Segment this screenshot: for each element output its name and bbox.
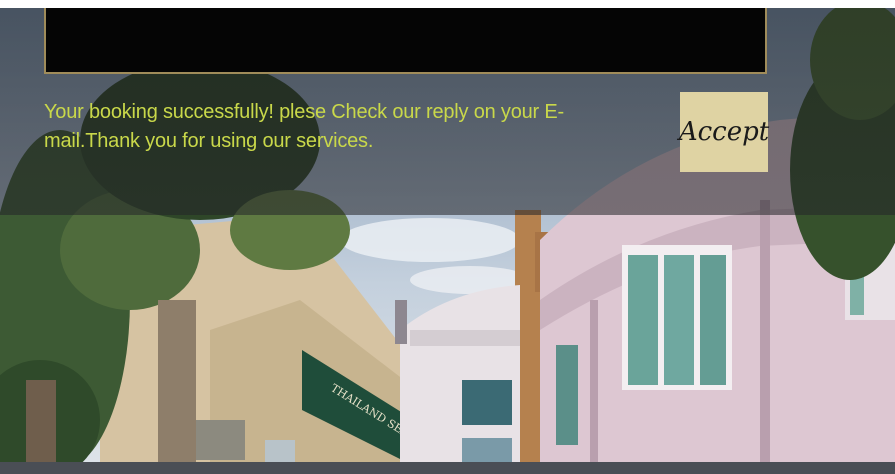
header-box <box>44 8 767 74</box>
top-edge <box>0 0 895 8</box>
booking-confirmation-page: THAILAND SEASIA Your booking successfull… <box>0 0 895 474</box>
booking-success-message: Your booking successfully! plese Check o… <box>44 101 564 152</box>
bottom-bar <box>0 462 895 474</box>
accept-button[interactable]: Accept <box>679 92 769 172</box>
